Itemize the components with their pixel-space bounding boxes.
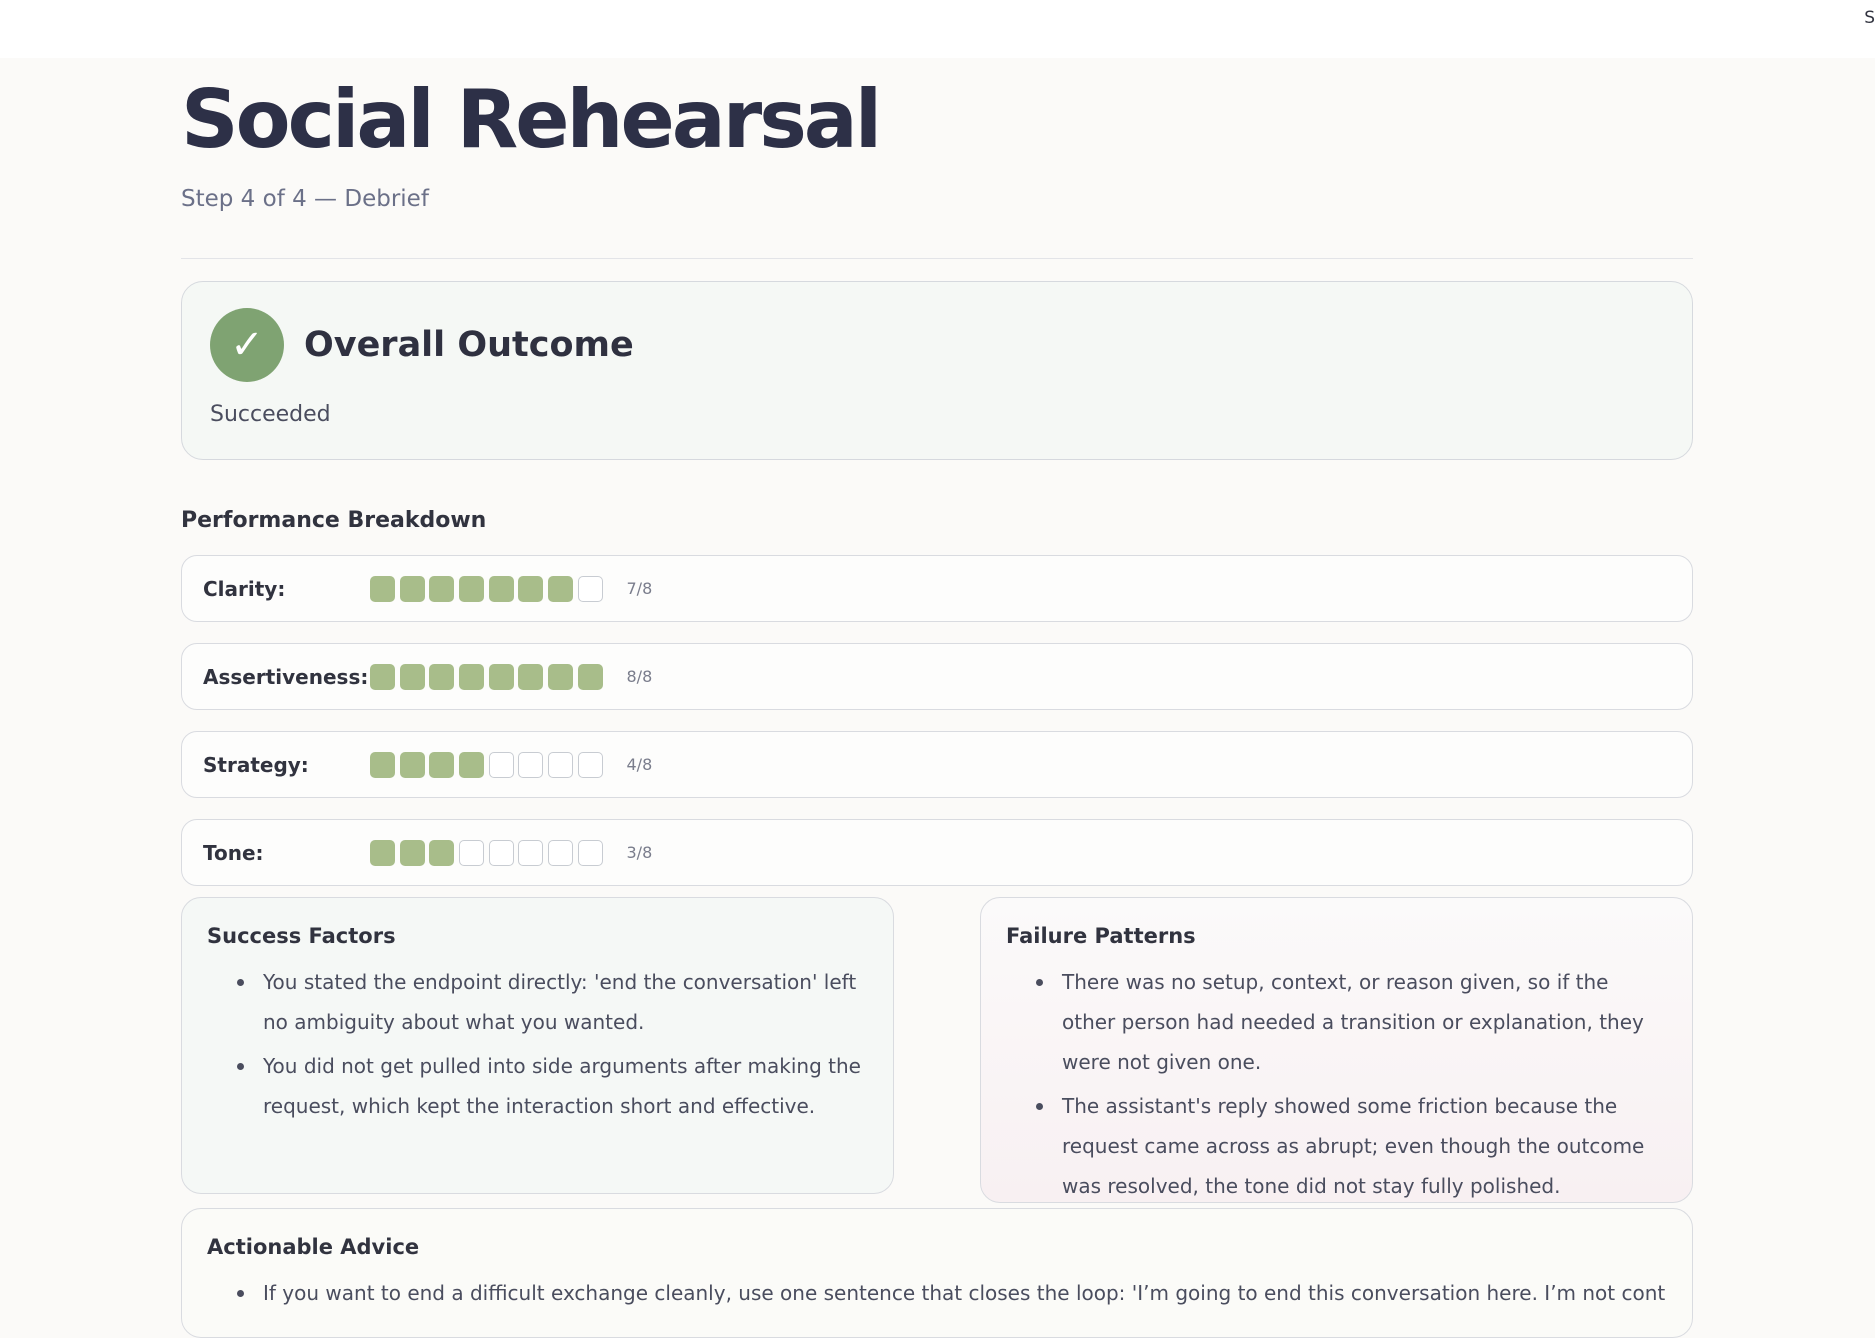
score-square-filled — [370, 839, 395, 866]
metric-name: Tone: — [203, 840, 264, 865]
score-square-filled — [459, 751, 485, 778]
score-square-filled — [548, 575, 574, 602]
outcome-title: Overall Outcome — [304, 325, 634, 365]
list-item: You did not get pulled into side argumen… — [207, 1046, 868, 1126]
score-square-filled — [399, 575, 425, 602]
score-square-filled — [429, 575, 455, 602]
score-square-empty — [518, 839, 544, 866]
metric-score: 8/8 — [626, 667, 653, 686]
success-factors-title: Success Factors — [207, 924, 396, 948]
metric-row: Assertiveness: 8/8 — [181, 643, 1693, 710]
failure-patterns-list: There was no setup, context, or reason g… — [1006, 962, 1667, 1206]
score-square-empty — [577, 575, 603, 602]
score-squares — [370, 839, 608, 866]
check-icon: ✓ — [210, 308, 284, 382]
metric-score: 7/8 — [626, 579, 653, 598]
success-factors-list: You stated the endpoint directly: 'end t… — [207, 962, 868, 1126]
score-square-filled — [370, 575, 395, 602]
actionable-advice-list: If you want to end a difficult exchange … — [207, 1273, 1667, 1313]
score-square-empty — [488, 839, 514, 866]
outcome-header: ✓ Overall Outcome — [210, 308, 1664, 382]
performance-breakdown-label: Performance Breakdown — [181, 508, 487, 533]
score-square-filled — [548, 663, 574, 690]
score-square-filled — [399, 663, 425, 690]
score-squares — [370, 663, 608, 690]
page-title: Social Rehearsal — [181, 73, 882, 166]
main-content: Social Rehearsal Step 4 of 4 — Debrief ✓… — [181, 58, 1693, 1338]
metric-name: Clarity: — [203, 576, 286, 601]
metric-row: Strategy: 4/8 — [181, 731, 1693, 798]
score-square-filled — [399, 839, 425, 866]
outcome-card: ✓ Overall Outcome Succeeded — [181, 281, 1693, 460]
metric-row: Clarity: 7/8 — [181, 555, 1693, 622]
score-square-filled — [370, 751, 395, 778]
score-square-filled — [370, 663, 395, 690]
score-square-filled — [399, 751, 425, 778]
score-square-filled — [488, 663, 514, 690]
score-square-empty — [548, 839, 574, 866]
page-subtitle: Step 4 of 4 — Debrief — [181, 186, 429, 212]
list-item: There was no setup, context, or reason g… — [1006, 962, 1667, 1082]
score-square-empty — [577, 751, 603, 778]
success-factors-panel: Success Factors You stated the endpoint … — [181, 897, 894, 1194]
score-square-filled — [429, 839, 455, 866]
score-square-empty — [577, 839, 603, 866]
divider — [181, 258, 1693, 259]
failure-patterns-title: Failure Patterns — [1006, 924, 1196, 948]
factors-row: Success Factors You stated the endpoint … — [181, 897, 1693, 1203]
score-square-filled — [459, 663, 485, 690]
metric-score: 4/8 — [626, 755, 653, 774]
metric-name: Assertiveness: — [203, 664, 369, 689]
score-square-empty — [459, 839, 485, 866]
metric-name: Strategy: — [203, 752, 309, 777]
score-square-empty — [488, 751, 514, 778]
metrics-list: Clarity: 7/8 Assertiveness: 8/8 Strategy: 4/8… — [181, 555, 1693, 886]
failure-patterns-panel: Failure Patterns There was no setup, con… — [980, 897, 1693, 1203]
outcome-status: Succeeded — [210, 402, 331, 427]
score-square-filled — [488, 575, 514, 602]
list-item: The assistant's reply showed some fricti… — [1006, 1086, 1667, 1206]
list-item: If you want to end a difficult exchange … — [207, 1273, 1667, 1313]
metric-score: 3/8 — [626, 843, 653, 862]
score-square-filled — [459, 575, 485, 602]
score-squares — [370, 751, 608, 778]
actionable-advice-panel: Actionable Advice If you want to end a d… — [181, 1208, 1693, 1338]
top-bar-edge-text[interactable]: S — [1864, 8, 1875, 28]
actionable-advice-title: Actionable Advice — [207, 1235, 420, 1259]
top-bar: S — [0, 0, 1875, 58]
score-square-filled — [518, 575, 544, 602]
score-squares — [370, 575, 608, 602]
score-square-filled — [577, 663, 603, 690]
score-square-filled — [429, 751, 455, 778]
score-square-filled — [429, 663, 455, 690]
list-item: You stated the endpoint directly: 'end t… — [207, 962, 868, 1042]
score-square-empty — [518, 751, 544, 778]
score-square-filled — [518, 663, 544, 690]
metric-row: Tone: 3/8 — [181, 819, 1693, 886]
score-square-empty — [548, 751, 574, 778]
